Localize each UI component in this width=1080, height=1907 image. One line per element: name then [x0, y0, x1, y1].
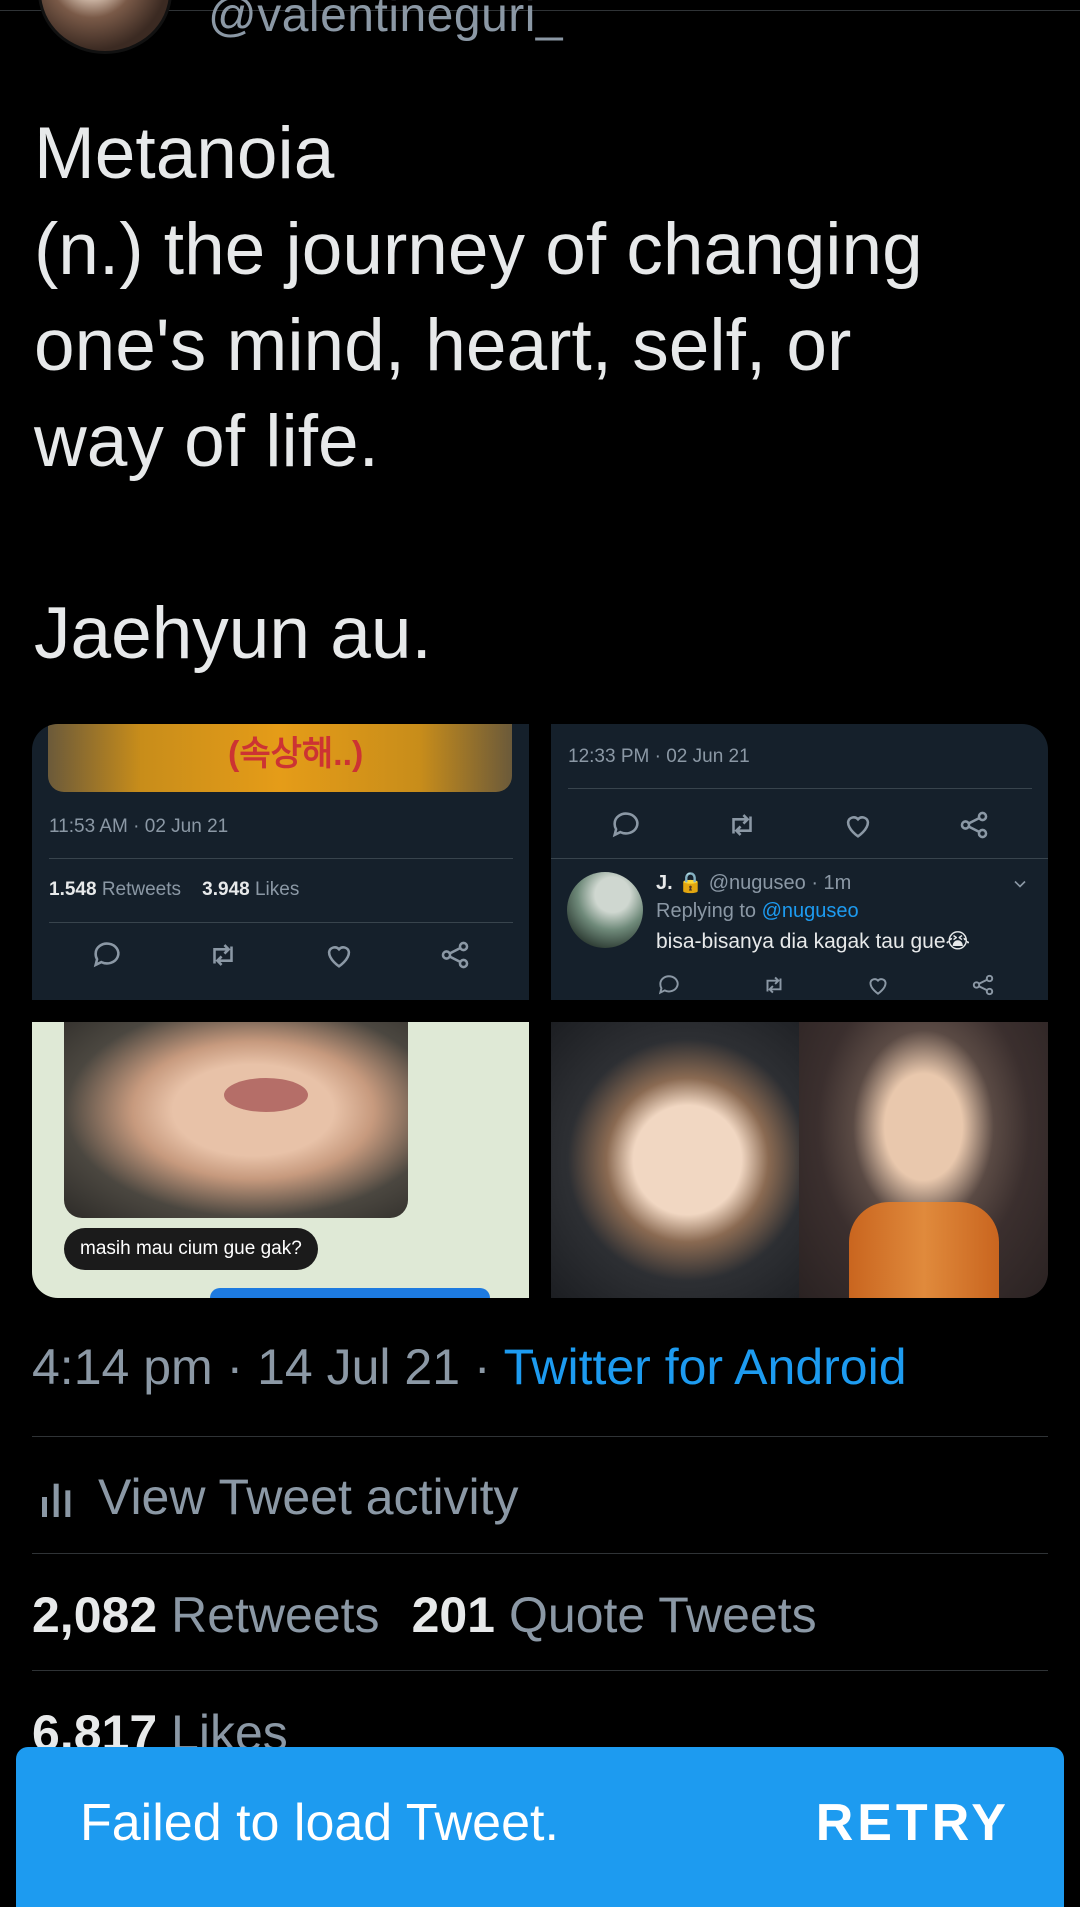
- reply-handle: @nuguseo · 1m: [708, 872, 852, 894]
- replying-to-label: Replying to: [656, 900, 757, 922]
- replying-to-handle: @nuguseo: [761, 900, 859, 922]
- reply-icon: [612, 812, 639, 838]
- retweet-icon: [766, 976, 782, 994]
- meme-image: (속상해..): [48, 724, 512, 792]
- like-count: 3.948: [202, 879, 250, 900]
- embedded-actions: [49, 938, 513, 972]
- reply-icon: [93, 942, 120, 968]
- tweet-text: Metanoia (n.) the journey of changing on…: [34, 113, 923, 674]
- reply-author: J. 🔒 @nuguseo · 1m: [656, 870, 851, 895]
- view-tweet-activity-button[interactable]: View Tweet activity: [40, 1468, 519, 1526]
- face-photo: [64, 1022, 408, 1218]
- media-image-2[interactable]: 12:33 PM · 02 Jun 21 J. 🔒 @nuguseo · 1m …: [551, 724, 1048, 1000]
- portrait-left: [551, 1022, 799, 1298]
- reply-text: bisa-bisanya dia kagak tau gue😭: [656, 930, 971, 953]
- retweet-count: 1.548: [49, 879, 97, 900]
- error-snackbar: Failed to load Tweet. RETRY: [16, 1747, 1064, 1907]
- retweets-count-link[interactable]: 2,082 Retweets: [32, 1587, 380, 1643]
- lock-icon: 🔒: [678, 872, 704, 894]
- heart-icon: [327, 946, 351, 968]
- share-icon: [972, 974, 994, 996]
- retweet-icon: [213, 944, 233, 966]
- divider: [32, 1436, 1048, 1437]
- tweet-time: 4:14 pm · 14 Jul 21 ·: [32, 1339, 504, 1395]
- share-icon: [960, 811, 988, 839]
- divider: [32, 1553, 1048, 1554]
- reply-name: J.: [656, 872, 673, 894]
- engagement-counts: 2,082 Retweets 201 Quote Tweets: [32, 1586, 817, 1644]
- orange-shirt: [849, 1202, 999, 1298]
- analytics-icon: [42, 1483, 71, 1517]
- view-activity-label: View Tweet activity: [98, 1469, 519, 1525]
- reply-actions: [656, 972, 996, 998]
- replying-to: Replying to @nuguseo: [656, 900, 859, 923]
- reply-avatar: [567, 872, 643, 948]
- retweet-icon: [732, 814, 752, 836]
- media-image-4[interactable]: [551, 1022, 1048, 1298]
- like-label: Likes: [254, 879, 300, 900]
- retweets-label: Retweets: [171, 1587, 380, 1643]
- embedded-timestamp: 11:53 AM · 02 Jun 21: [49, 816, 229, 837]
- media-grid: (속상해..) 11:53 AM · 02 Jun 21 1.548 Retwe…: [32, 724, 1048, 1298]
- divider: [49, 922, 513, 923]
- divider: [551, 858, 1048, 859]
- divider: [49, 858, 513, 859]
- quote-tweets-link[interactable]: 201 Quote Tweets: [412, 1587, 817, 1643]
- tweet-meta: 4:14 pm · 14 Jul 21 · Twitter for Androi…: [32, 1338, 907, 1396]
- chevron-down-icon: [1014, 880, 1026, 888]
- chat-bubble: masih mau cium gue gak?: [64, 1228, 318, 1270]
- retweet-label: Retweets: [101, 879, 182, 900]
- tweet-source-link[interactable]: Twitter for Android: [504, 1339, 907, 1395]
- embedded-actions: [568, 808, 1032, 842]
- divider: [32, 1670, 1048, 1671]
- lips: [224, 1078, 308, 1112]
- heart-icon: [846, 816, 870, 838]
- share-icon: [441, 941, 469, 969]
- author-handle[interactable]: @valentineguri_: [208, 0, 563, 40]
- media-image-3[interactable]: masih mau cium gue gak?: [32, 1022, 529, 1298]
- divider: [568, 788, 1032, 789]
- embedded-timestamp: 12:33 PM · 02 Jun 21: [568, 746, 750, 767]
- heart-icon: [869, 978, 887, 995]
- embedded-stats: 1.548 Retweets 3.948 Likes: [49, 879, 299, 901]
- portrait-right: [799, 1022, 1048, 1298]
- korean-caption: (속상해..): [228, 735, 364, 773]
- reply-icon: [658, 975, 679, 995]
- media-image-1[interactable]: (속상해..) 11:53 AM · 02 Jun 21 1.548 Retwe…: [32, 724, 529, 1000]
- error-message: Failed to load Tweet.: [80, 1794, 559, 1852]
- quotes-label: Quote Tweets: [509, 1587, 817, 1643]
- blue-bar: [210, 1288, 490, 1298]
- retry-button[interactable]: RETRY: [816, 1793, 1010, 1853]
- retweets-number: 2,082: [32, 1587, 158, 1643]
- quotes-number: 201: [411, 1587, 495, 1643]
- author-avatar[interactable]: [38, 0, 172, 54]
